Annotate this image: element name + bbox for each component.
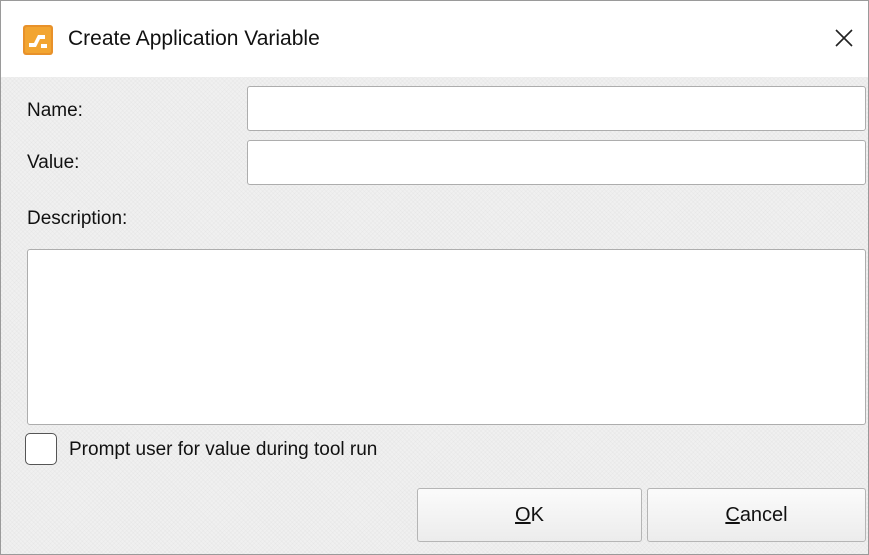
prompt-user-checkbox-label[interactable]: Prompt user for value during tool run [69,439,377,461]
title-bar: Create Application Variable [1,1,868,77]
cancel-label-rest: ancel [739,503,788,526]
cancel-mnemonic: C [725,503,740,526]
close-x-icon [835,29,853,47]
close-button[interactable] [821,17,867,59]
value-label: Value: [27,152,80,173]
value-field-box [247,140,866,185]
name-field-box [247,86,866,131]
ok-button[interactable]: OK [417,488,642,542]
description-label: Description: [27,208,128,229]
window-title: Create Application Variable [68,27,320,50]
prompt-user-checkbox[interactable] [25,433,57,465]
ok-label-rest: K [530,503,544,526]
name-input[interactable] [248,87,865,130]
cancel-button[interactable]: Cancel [647,488,866,542]
create-application-variable-dialog: Create Application Variable Name: Value:… [0,0,869,555]
value-input[interactable] [248,141,865,184]
description-field-box [27,249,866,425]
description-textarea[interactable] [28,250,865,424]
name-label: Name: [27,100,83,121]
ok-mnemonic: O [515,503,531,526]
pdf-xchange-app-icon [23,25,53,55]
